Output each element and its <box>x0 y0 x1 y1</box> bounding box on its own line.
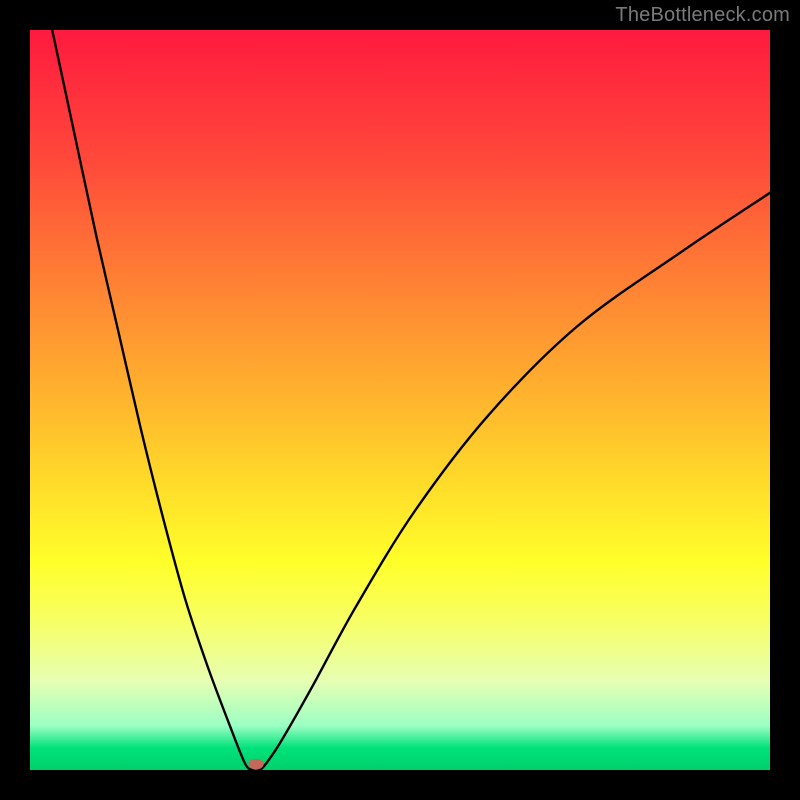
watermark-text: TheBottleneck.com <box>615 4 790 27</box>
chart-frame: TheBottleneck.com <box>0 0 800 800</box>
minimum-marker <box>248 759 263 769</box>
bottleneck-curve <box>52 30 770 770</box>
plot-area <box>30 30 770 770</box>
curve-svg <box>30 30 770 770</box>
